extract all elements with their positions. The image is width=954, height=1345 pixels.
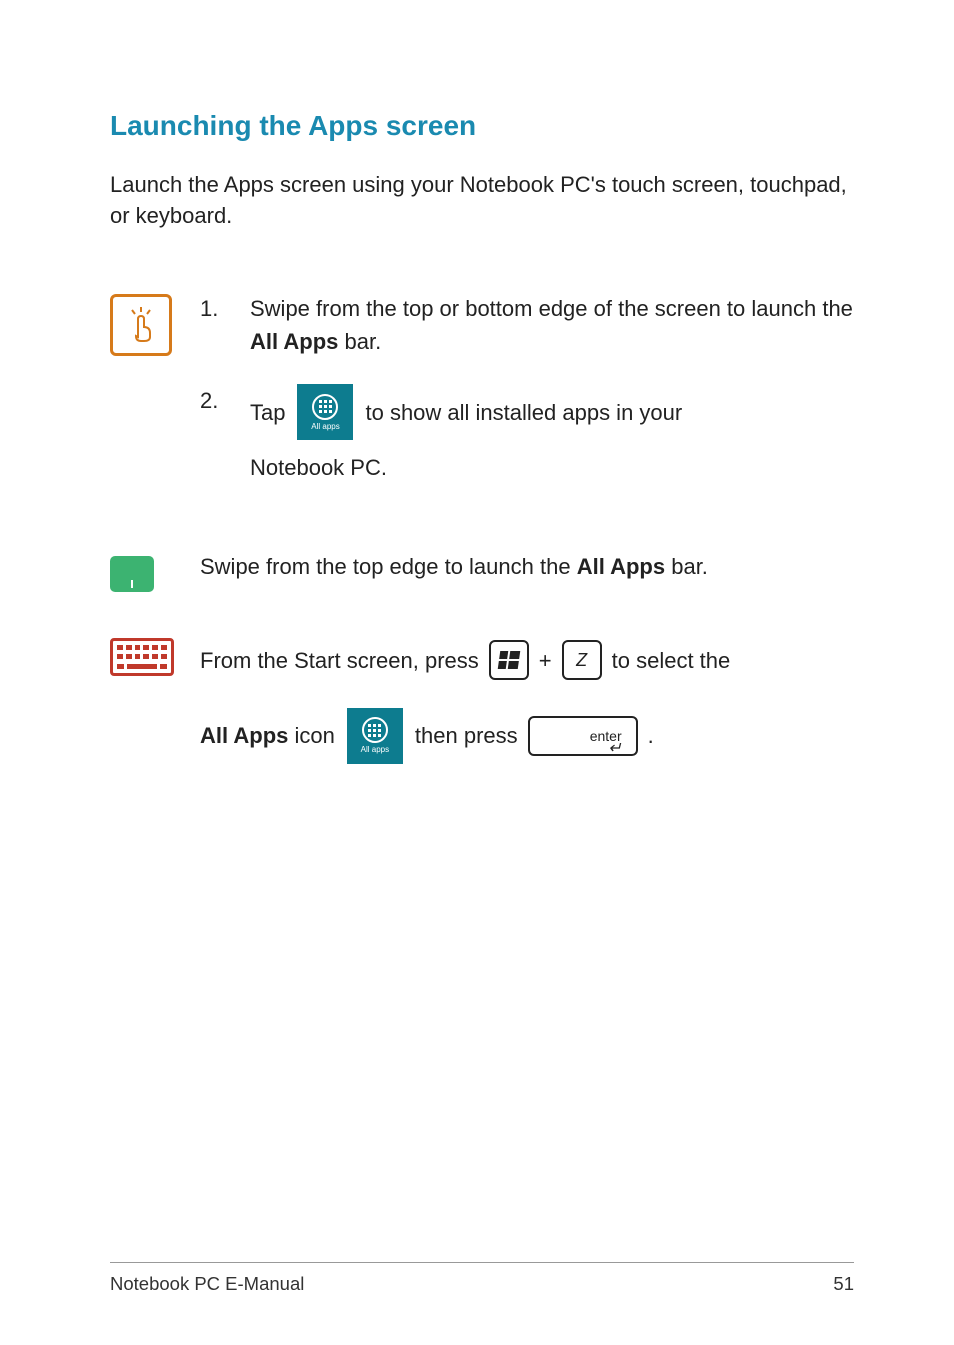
z-key-icon: Z — [562, 640, 602, 680]
bold-text: All Apps — [577, 554, 665, 579]
page-number: 51 — [833, 1273, 854, 1295]
text: Swipe from the top edge to launch the — [200, 554, 577, 579]
step-number: 1. — [200, 292, 250, 325]
footer-title: Notebook PC E-Manual — [110, 1273, 304, 1295]
touchpad-icon — [110, 556, 154, 592]
page-footer: Notebook PC E-Manual 51 — [110, 1262, 854, 1295]
intro-paragraph: Launch the Apps screen using your Notebo… — [110, 170, 854, 232]
all-apps-tile-icon: All apps — [297, 384, 353, 440]
text: to show all installed apps in your — [365, 384, 682, 441]
touch-step-1: 1. Swipe from the top or bottom edge of … — [200, 292, 854, 358]
text: Tap — [250, 384, 285, 441]
windows-key-icon — [489, 640, 529, 680]
bold-text: All Apps — [250, 329, 338, 354]
step-number: 2. — [200, 384, 250, 417]
text: then press — [415, 707, 518, 764]
touchpad-section: Swipe from the top edge to launch the Al… — [110, 550, 854, 592]
text: Notebook PC. — [250, 451, 854, 484]
all-apps-tile-icon: All apps — [347, 708, 403, 764]
text: to select the — [612, 632, 731, 689]
touchscreen-section: 1. Swipe from the top or bottom edge of … — [110, 292, 854, 510]
enter-key-icon: enter ↵ — [528, 716, 638, 756]
text: From the Start screen, press — [200, 632, 479, 689]
bold-text: All Apps — [200, 723, 288, 748]
section-heading: Launching the Apps screen — [110, 110, 854, 142]
text: icon — [288, 723, 334, 748]
text: Swipe from the top or bottom edge of the… — [250, 296, 853, 321]
keyboard-section: From the Start screen, press + Z to sele… — [110, 632, 854, 764]
touch-step-2: 2. Tap All apps to show all installed ap… — [200, 384, 854, 484]
touchscreen-icon — [110, 294, 172, 356]
period: . — [648, 707, 654, 764]
all-apps-label: All apps — [311, 423, 339, 431]
all-apps-label: All apps — [361, 746, 389, 754]
keyboard-icon — [110, 638, 174, 676]
text: bar. — [338, 329, 381, 354]
text: bar. — [665, 554, 708, 579]
enter-key-label: enter — [590, 728, 622, 744]
plus-sign: + — [539, 632, 552, 689]
